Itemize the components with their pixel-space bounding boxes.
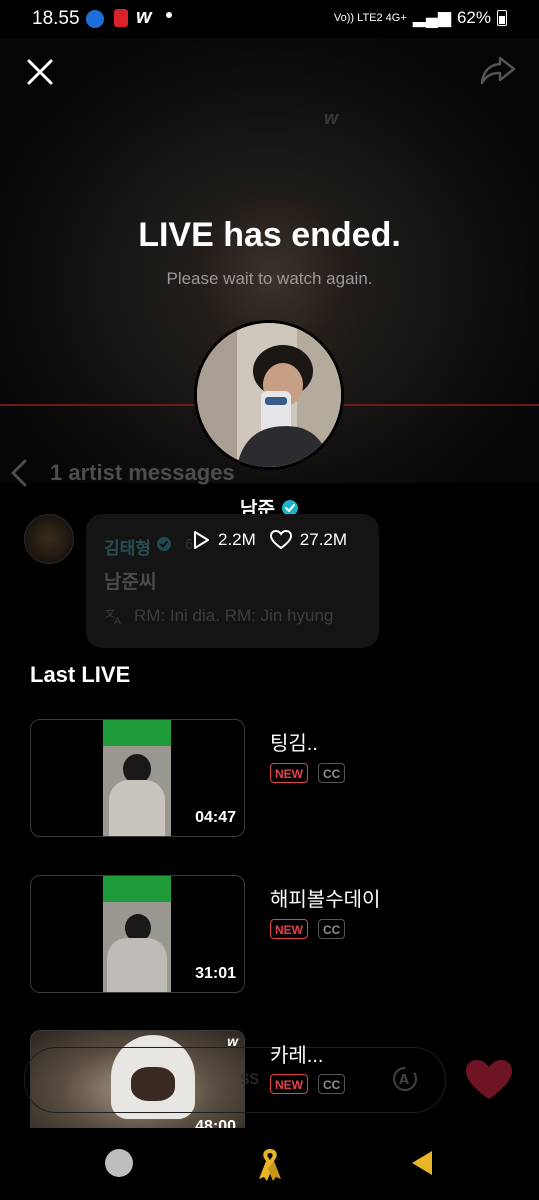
- new-badge: NEW: [270, 919, 308, 939]
- live-title-1[interactable]: 팅김..: [270, 727, 318, 756]
- message-text: 남준씨: [104, 572, 157, 593]
- artist-avatar-image: [197, 323, 341, 467]
- translate-icon: 文 A: [105, 607, 121, 625]
- heart-button-icon[interactable]: [464, 1058, 514, 1102]
- thumbnail-green-wall: [103, 720, 171, 746]
- live-stats: 2.2M 27.2M: [192, 530, 347, 550]
- home-button[interactable]: [105, 1149, 133, 1177]
- svg-text:A: A: [399, 1073, 409, 1088]
- play-count: 2.2M: [218, 530, 256, 549]
- new-badge: NEW: [270, 1074, 308, 1094]
- thumbnail-body: [109, 780, 165, 836]
- navigation-bar: [0, 1128, 539, 1200]
- weverse-icon: w: [136, 6, 152, 28]
- message-translation: 文 A RM: Ini dia. RM: Jin hyung: [104, 606, 333, 626]
- sender-verified-icon: [157, 537, 171, 551]
- live-thumbnail-2[interactable]: 31:01: [30, 875, 245, 993]
- message-sender: 김태형: [104, 539, 151, 558]
- live-ended-title: LIVE has ended.: [138, 216, 401, 254]
- live-thumbnail-1[interactable]: 04:47: [30, 719, 245, 837]
- close-icon: [27, 59, 53, 85]
- heart-icon: [269, 530, 292, 550]
- thumbnail-frame: [103, 876, 171, 992]
- svg-text:A: A: [114, 616, 121, 625]
- back-button[interactable]: [410, 1149, 434, 1177]
- share-icon: [480, 56, 516, 85]
- last-live-heading: Last LIVE: [30, 662, 131, 687]
- messages-count-label: 1 artist messages: [50, 460, 235, 485]
- battery-icon: [497, 10, 507, 26]
- thumbnail-frame: [103, 720, 171, 836]
- chevron-left-icon: [11, 459, 27, 487]
- thumbnail-body: [107, 938, 167, 992]
- play-store-icon: [114, 9, 128, 27]
- live-ended-subtitle: Please wait to watch again.: [166, 269, 373, 288]
- duration-label: 31:01: [195, 965, 236, 982]
- close-button[interactable]: [24, 56, 56, 88]
- new-badge: NEW: [270, 763, 308, 783]
- network-label: Vo)) LTE2 4G+: [333, 11, 407, 24]
- ribbon-icon[interactable]: [256, 1147, 284, 1181]
- live-title-3[interactable]: 카레...: [270, 1039, 323, 1068]
- duration-label: 04:47: [195, 809, 236, 826]
- duration-label: 48:00: [195, 1118, 236, 1128]
- dot-icon: [166, 12, 172, 18]
- sender-avatar: [24, 514, 74, 564]
- translation-text: RM: Ini dia. RM: Jin hyung: [134, 606, 334, 625]
- share-button[interactable]: [478, 52, 518, 88]
- chat-input-bar[interactable]: [24, 1047, 446, 1113]
- messages-header[interactable]: 1 artist messages: [8, 455, 235, 491]
- status-time: 18.55: [32, 8, 80, 29]
- auto-translate-icon[interactable]: A: [390, 1064, 420, 1094]
- signal-icon: ▂▄▆: [412, 8, 451, 27]
- watermark-logo: w: [324, 108, 339, 128]
- cc-badge: CC: [318, 763, 346, 783]
- cc-badge: CC: [318, 919, 346, 939]
- play-icon: [194, 531, 209, 549]
- status-right: Vo)) LTE2 4G+ ▂▄▆ 62%: [334, 8, 507, 28]
- status-bar: 18.55 w Vo)) LTE2 4G+ ▂▄▆ 62%: [0, 0, 539, 38]
- artist-avatar[interactable]: [194, 320, 344, 470]
- app-notification-icon: [86, 10, 104, 28]
- live-title-2[interactable]: 해피볼수데이: [270, 883, 380, 912]
- chat-input-placeholder: ss: [240, 1068, 259, 1089]
- battery-label: 62%: [456, 8, 491, 27]
- cc-badge: CC: [318, 1074, 346, 1094]
- like-count: 27.2M: [299, 530, 348, 549]
- thumbnail-green-wall: [103, 876, 171, 902]
